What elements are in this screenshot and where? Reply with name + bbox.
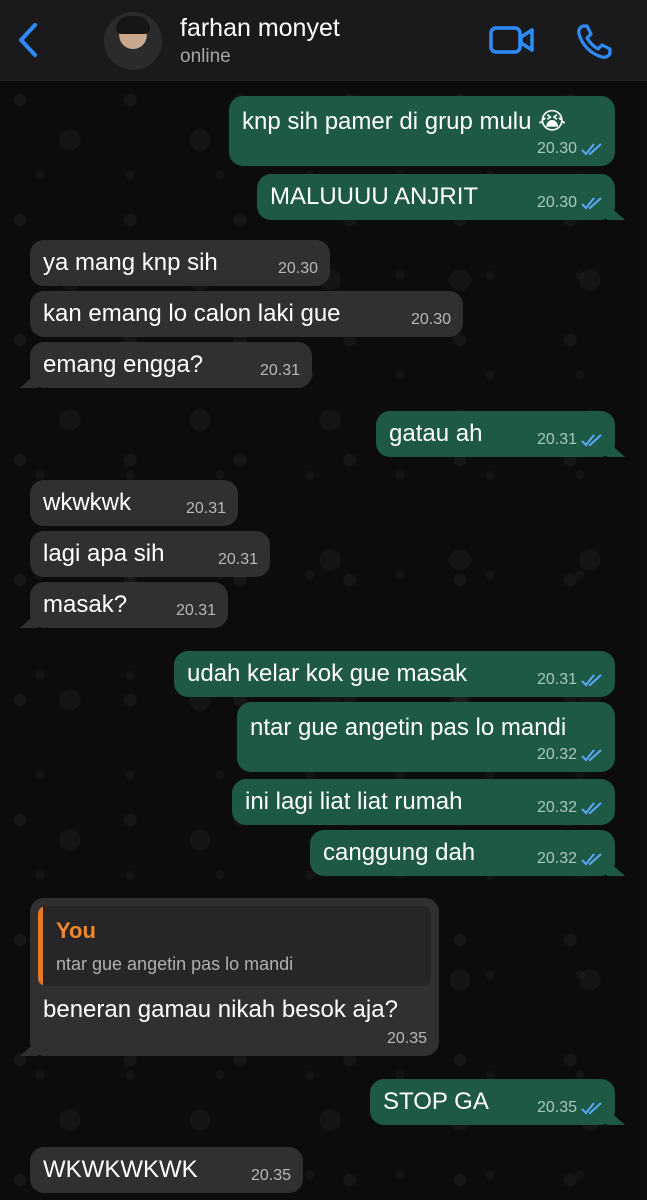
message-meta: 20.31 xyxy=(537,671,603,689)
double-check-icon xyxy=(581,143,602,156)
message-bubble-outgoing[interactable]: MALUUUU ANJRIT 20.30 xyxy=(257,174,625,220)
double-check-icon xyxy=(581,853,602,866)
message-bubble-incoming[interactable]: wkwkwk 20.31 xyxy=(30,480,238,526)
message-time: 20.32 xyxy=(536,850,577,867)
double-check-icon xyxy=(581,674,602,687)
message-time: 20.35 xyxy=(386,1030,427,1047)
message-time: 20.30 xyxy=(536,194,577,211)
message-bubble-outgoing[interactable]: knp sih pamer di grup mulu 😭 20.30 xyxy=(229,96,615,166)
double-check-icon xyxy=(581,1102,602,1115)
video-call-button[interactable] xyxy=(488,22,536,63)
message-bubble-incoming[interactable]: WKWKWKWK 20.35 xyxy=(30,1147,303,1193)
message-time: 20.31 xyxy=(185,500,226,517)
message-bubble-incoming[interactable]: ya mang knp sih 20.30 xyxy=(30,240,330,286)
chevron-left-icon xyxy=(19,23,37,57)
voice-call-button[interactable] xyxy=(574,22,614,67)
message-time: 20.32 xyxy=(536,746,577,763)
message-time: 20.35 xyxy=(536,1099,577,1116)
message-bubble-outgoing[interactable]: ini lagi liat liat rumah 20.32 xyxy=(232,779,615,825)
message-text: STOP GA xyxy=(383,1088,489,1115)
message-meta: 20.30 xyxy=(537,140,603,158)
message-time: 20.31 xyxy=(536,671,577,688)
message-time: 20.30 xyxy=(277,260,318,277)
message-meta: 20.30 xyxy=(411,311,451,329)
message-bubble-incoming[interactable]: masak? 20.31 xyxy=(20,582,228,628)
contact-status: online xyxy=(180,46,231,67)
avatar[interactable] xyxy=(104,12,162,70)
message-time: 20.31 xyxy=(259,362,300,379)
message-text: emang engga? xyxy=(43,351,204,378)
message-text: knp sih pamer di grup mulu 😭 xyxy=(242,108,567,135)
message-bubble-incoming-reply[interactable]: You ntar gue angetin pas lo mandi benera… xyxy=(20,898,439,1056)
message-text: wkwkwk xyxy=(43,489,131,516)
back-button[interactable] xyxy=(10,20,46,60)
double-check-icon xyxy=(581,434,602,447)
double-check-icon xyxy=(581,802,602,815)
message-meta: 20.30 xyxy=(537,194,603,212)
message-bubble-outgoing[interactable]: STOP GA 20.35 xyxy=(370,1079,625,1125)
quote-text: ntar gue angetin pas lo mandi xyxy=(56,954,294,974)
message-time: 20.31 xyxy=(175,602,216,619)
message-meta: 20.32 xyxy=(537,850,603,868)
message-meta: 20.35 xyxy=(251,1167,291,1185)
quoted-message[interactable]: You ntar gue angetin pas lo mandi xyxy=(38,906,431,986)
message-text: ntar gue angetin pas lo mandi xyxy=(250,714,567,741)
message-meta: 20.35 xyxy=(537,1099,603,1117)
message-text: kan emang lo calon laki gue xyxy=(43,300,341,327)
message-time: 20.30 xyxy=(410,311,451,328)
double-check-icon xyxy=(581,197,602,210)
message-text: udah kelar kok gue masak xyxy=(187,660,468,687)
message-meta: 20.35 xyxy=(387,1030,427,1048)
message-meta: 20.31 xyxy=(218,551,258,569)
quote-bar xyxy=(38,906,43,986)
message-text: MALUUUU ANJRIT xyxy=(270,183,479,210)
message-text: canggung dah xyxy=(323,839,476,866)
message-bubble-incoming[interactable]: lagi apa sih 20.31 xyxy=(30,531,270,577)
message-text: ini lagi liat liat rumah xyxy=(245,788,463,815)
message-bubble-incoming[interactable]: kan emang lo calon laki gue 20.30 xyxy=(30,291,463,337)
message-time: 20.31 xyxy=(217,551,258,568)
message-meta: 20.31 xyxy=(176,602,216,620)
message-text: WKWKWKWK xyxy=(43,1156,198,1183)
contact-name[interactable]: farhan monyet xyxy=(180,14,340,43)
message-text: masak? xyxy=(43,591,128,618)
message-time: 20.35 xyxy=(250,1167,291,1184)
message-bubble-outgoing[interactable]: gatau ah 20.31 xyxy=(376,411,625,457)
message-meta: 20.31 xyxy=(186,500,226,518)
message-bubble-outgoing[interactable]: udah kelar kok gue masak 20.31 xyxy=(174,651,615,697)
message-bubble-outgoing[interactable]: ntar gue angetin pas lo mandi 20.32 xyxy=(237,702,615,772)
message-meta: 20.32 xyxy=(537,799,603,817)
message-meta: 20.30 xyxy=(278,260,318,278)
message-text: gatau ah xyxy=(389,420,483,447)
message-text: ya mang knp sih xyxy=(43,249,218,276)
message-time: 20.32 xyxy=(536,799,577,816)
quote-author: You xyxy=(56,918,96,943)
message-time: 20.30 xyxy=(536,140,577,157)
message-meta: 20.31 xyxy=(260,362,300,380)
message-bubble-incoming[interactable]: emang engga? 20.31 xyxy=(20,342,312,388)
video-camera-icon xyxy=(489,26,534,54)
phone-icon xyxy=(577,24,612,59)
message-time: 20.31 xyxy=(536,431,577,448)
message-text: lagi apa sih xyxy=(43,540,165,567)
chat-header: farhan monyet online xyxy=(0,0,647,81)
message-text: beneran gamau nikah besok aja? xyxy=(43,996,398,1023)
message-meta: 20.32 xyxy=(537,746,603,764)
double-check-icon xyxy=(581,749,602,762)
message-meta: 20.31 xyxy=(537,431,603,449)
message-bubble-outgoing[interactable]: canggung dah 20.32 xyxy=(310,830,625,876)
